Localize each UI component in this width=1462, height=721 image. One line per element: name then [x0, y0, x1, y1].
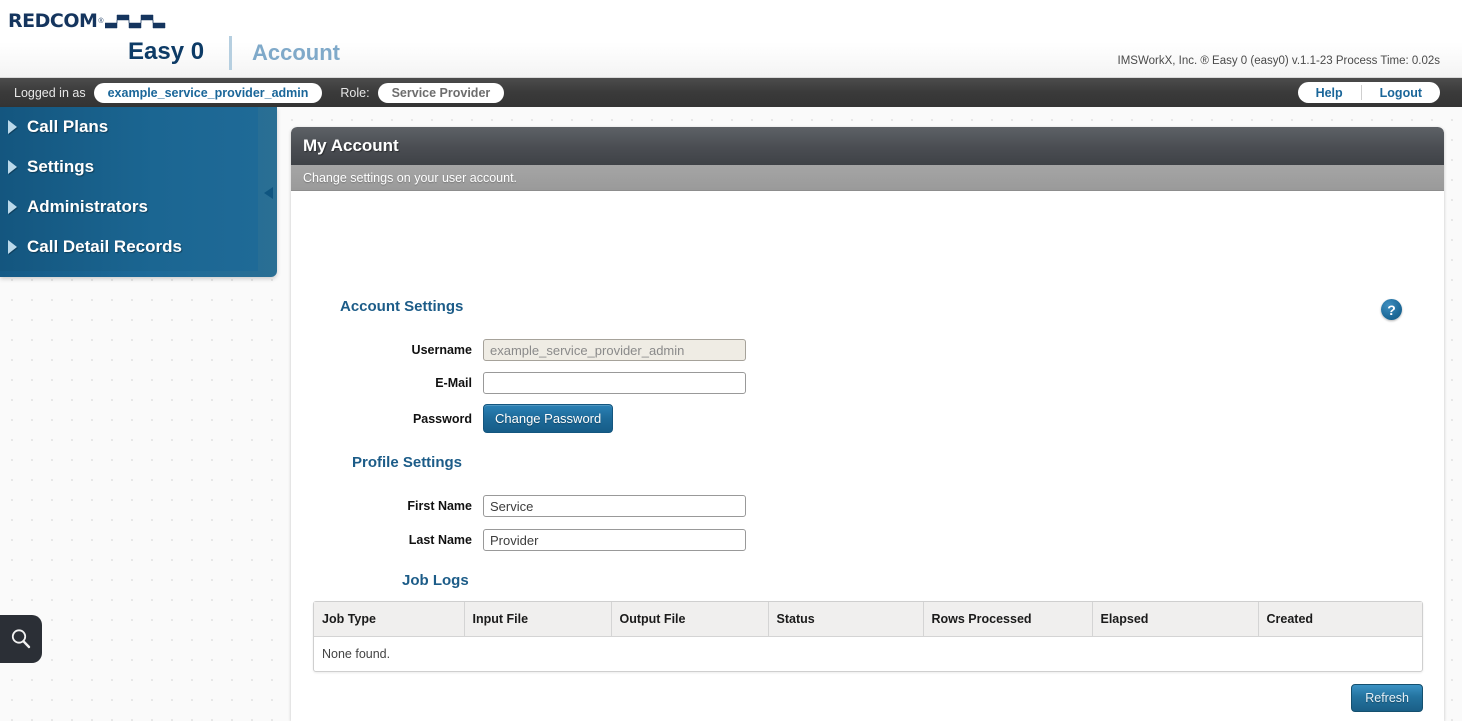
sidebar-item-call-plans[interactable]: Call Plans	[0, 107, 258, 147]
help-link[interactable]: Help	[1298, 82, 1361, 103]
search-button[interactable]	[0, 615, 42, 663]
account-settings-heading: Account Settings	[340, 298, 464, 315]
sidebar-nav-list: Call Plans Settings Administrators Call …	[0, 107, 258, 271]
triangle-right-icon	[8, 200, 17, 214]
profile-settings-heading: Profile Settings	[352, 454, 463, 471]
logged-in-label: Logged in as	[14, 85, 86, 100]
column-header-input-file[interactable]: Input File	[464, 602, 612, 637]
username-input	[483, 339, 746, 361]
role-label: Role:	[340, 85, 370, 100]
first-name-label: First Name	[407, 499, 472, 513]
column-header-job-type[interactable]: Job Type	[314, 602, 465, 637]
my-account-panel: My Account Change settings on your user …	[291, 127, 1444, 721]
column-header-elapsed[interactable]: Elapsed	[1092, 602, 1259, 637]
job-logs-heading: Job Logs	[402, 572, 469, 589]
email-label: E-Mail	[435, 376, 472, 390]
column-header-created[interactable]: Created	[1258, 602, 1422, 637]
sidebar-item-label: Call Detail Records	[27, 237, 182, 256]
refresh-button-wrapper: Refresh	[1351, 684, 1423, 712]
job-logs-table-wrapper: Job Type Input File Output File Status R…	[313, 601, 1423, 672]
refresh-button[interactable]: Refresh	[1351, 684, 1423, 712]
job-logs-table: Job Type Input File Output File Status R…	[314, 602, 1422, 671]
page-title: Account	[252, 40, 340, 65]
last-name-input[interactable]	[483, 529, 746, 551]
triangle-right-icon	[8, 240, 17, 254]
square-wave-icon	[104, 14, 165, 29]
change-password-button[interactable]: Change Password	[483, 404, 614, 433]
column-header-status[interactable]: Status	[768, 602, 924, 637]
app-title: Easy 0	[128, 38, 205, 65]
password-field-row: Password Change Password	[340, 404, 614, 433]
first-name-input[interactable]	[483, 495, 746, 517]
panel-subtitle: Change settings on your user account.	[303, 170, 518, 185]
column-header-output-file[interactable]: Output File	[611, 602, 769, 637]
role-badge: Service Provider	[377, 82, 505, 103]
last-name-field-row: Last Name	[340, 529, 746, 551]
sidebar-item-administrators[interactable]: Administrators	[0, 187, 258, 227]
sidebar-collapse-icon[interactable]	[264, 187, 273, 199]
username-badge: example_service_provider_admin	[93, 82, 323, 103]
session-bar: Logged in as example_service_provider_ad…	[0, 78, 1462, 107]
panel-subtitle-bar: Change settings on your user account.	[291, 165, 1444, 191]
table-header-row: Job Type Input File Output File Status R…	[314, 602, 1422, 637]
triangle-right-icon	[8, 160, 17, 174]
top-brand-bar: REDCOM ® Easy 0 Account IMSWorkX, Inc. ®…	[0, 0, 1462, 78]
session-actions: Help Logout	[1297, 82, 1440, 103]
redcom-logo: REDCOM ®	[8, 10, 167, 32]
sidebar-item-label: Settings	[27, 157, 95, 176]
sidebar: Call Plans Settings Administrators Call …	[0, 107, 277, 277]
empty-state-text: None found.	[322, 647, 391, 661]
panel-title: My Account	[303, 136, 399, 155]
last-name-label: Last Name	[408, 533, 472, 547]
search-icon	[11, 629, 31, 649]
first-name-field-row: First Name	[340, 495, 746, 517]
build-info: IMSWorkX, Inc. ® Easy 0 (easy0) v.1.1-23…	[1117, 55, 1441, 67]
triangle-right-icon	[8, 120, 17, 134]
email-field-row: E-Mail	[340, 372, 746, 394]
panel-body: ? Account Settings Username E-Mail Passw…	[291, 191, 1444, 721]
panel-header: My Account	[291, 127, 1444, 165]
column-header-rows-processed[interactable]: Rows Processed	[923, 602, 1093, 637]
table-empty-row: None found.	[314, 637, 1422, 672]
title-divider	[229, 36, 232, 70]
registered-mark: ®	[98, 17, 104, 25]
password-label: Password	[412, 411, 472, 426]
sidebar-item-label: Administrators	[27, 197, 148, 216]
sidebar-item-call-detail-records[interactable]: Call Detail Records	[0, 227, 258, 267]
email-input[interactable]	[483, 372, 746, 394]
sidebar-item-label: Call Plans	[27, 117, 109, 136]
redcom-logo-text: REDCOM	[8, 9, 98, 32]
question-mark-icon[interactable]: ?	[1381, 299, 1402, 320]
username-label: Username	[411, 343, 472, 357]
username-field-row: Username	[340, 339, 746, 361]
sidebar-item-settings[interactable]: Settings	[0, 147, 258, 187]
logout-link[interactable]: Logout	[1362, 82, 1440, 103]
